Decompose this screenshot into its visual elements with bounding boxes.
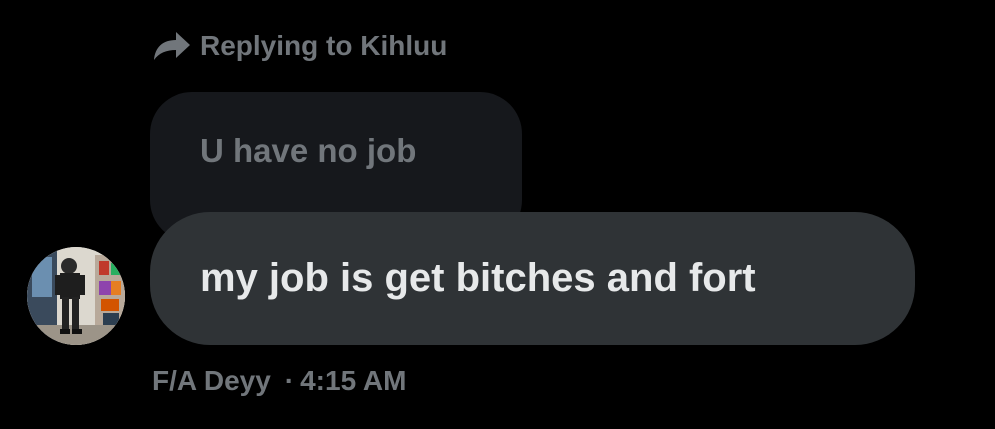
reply-context: Replying to Kihluu bbox=[152, 26, 447, 66]
meta-separator: · bbox=[284, 365, 295, 396]
avatar[interactable] bbox=[27, 247, 125, 345]
message-timestamp: 4:15 AM bbox=[300, 365, 407, 396]
message-text: my job is get bitches and fort bbox=[200, 256, 756, 300]
message-bubble[interactable]: my job is get bitches and fort bbox=[150, 212, 915, 345]
quoted-message-text: U have no job bbox=[200, 132, 417, 169]
reply-context-label: Replying to Kihluu bbox=[200, 30, 448, 61]
sender-name[interactable]: F/A Deyy bbox=[152, 365, 271, 397]
message-meta: F/A Deyy · 4:15 AM bbox=[152, 362, 406, 400]
reply-arrow-icon bbox=[152, 29, 192, 63]
